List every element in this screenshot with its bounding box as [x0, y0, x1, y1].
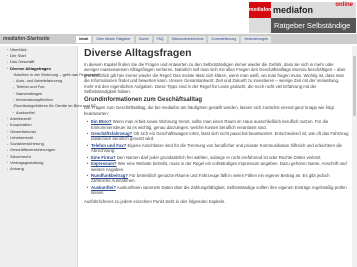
- tab-4[interactable]: Stichwortverzeichnis: [168, 36, 207, 43]
- brand-online-label: online: [335, 2, 353, 8]
- faq-list: • Ein Büro? Wenn man Arbeit sowie Wohnung…: [84, 119, 350, 195]
- list-item-link[interactable]: Rundfunkbeitrag?: [91, 173, 128, 178]
- tab-0[interactable]: Inhalt: [76, 36, 92, 43]
- sidebar-item-label: Telefon und Fax: [16, 84, 45, 90]
- bullet-icon: •: [86, 119, 89, 125]
- bullet-icon: •: [86, 161, 89, 167]
- outro-paragraph: Ausführlicheres zu jedem einzelnen Punkt…: [84, 198, 226, 204]
- sidebar-item-label: Steuerrecht: [10, 153, 31, 159]
- bullet-icon: •: [86, 142, 89, 148]
- sidebar-item-label: Geschäftsversicherungen: [10, 147, 56, 153]
- bullet-icon: •: [86, 154, 89, 160]
- list-item-text: Eine Firma? Den Namen darf jeder grundsä…: [91, 155, 322, 160]
- bullet-icon: •: [86, 172, 89, 178]
- sidebar-item-label: Diverse Alltagsfragen: [10, 65, 51, 71]
- list-item: • Ein Büro? Wenn man Arbeit sowie Wohnung…: [84, 119, 350, 130]
- sidebar-item-label: Vertragsgestaltung: [10, 159, 44, 165]
- brand-logo[interactable]: mediafon: [249, 2, 271, 18]
- top-navigation: Inhalt Über diesen Ratgeber Suche FAQ Stichw…: [76, 36, 272, 43]
- tab-2[interactable]: Suche: [135, 36, 152, 43]
- sidebar-item-label: Das Geschäft: [10, 59, 35, 65]
- list-item-text: Ein Büro? Wenn man Arbeit sowie Wohnung …: [91, 119, 350, 130]
- sidebar-item-label: Informationspflichten: [16, 97, 53, 103]
- sidebar-item-label: Auskunftei: [16, 109, 35, 115]
- list-item-body: Auskunfteien sammeln Daten über die Zahl…: [91, 184, 347, 196]
- list-item: • Auskunftei? Auskunfteien sammeln Daten …: [84, 185, 350, 196]
- page-title: Diverse Alltagsfragen: [84, 47, 192, 59]
- sidebar: › Überblick › Der Start › Das Geschäft › Divers…: [0, 46, 100, 267]
- list-item-link[interactable]: Telefon und Fax?: [91, 143, 126, 148]
- list-item-link[interactable]: Impressum?: [91, 161, 117, 166]
- scrollbar[interactable]: [352, 46, 357, 267]
- section-heading: Grundinformationen zum Geschäftsalltag: [84, 97, 203, 104]
- intro-paragraph: In diesem Kapitel finden Sie die Fragen …: [84, 62, 346, 95]
- list-item-link[interactable]: Eine Firma?: [91, 155, 116, 160]
- sidebar-item-label: Gewerbekunst: [10, 128, 36, 134]
- list-item-text: Rundfunkbeitrag? Für betrieblich genutzt…: [91, 173, 350, 184]
- brand-banner[interactable]: mediafon mediafon online Ratgeber Selbst…: [249, 2, 356, 33]
- lead-paragraph: Die Fragen zum Geschäftsalltag, die bei …: [84, 105, 334, 116]
- tab-1[interactable]: Über diesen Ratgeber: [93, 36, 134, 43]
- page-header: mediafon mediafon online Ratgeber Selbst…: [0, 0, 357, 34]
- bullet-icon: •: [86, 131, 89, 137]
- list-item: • Eine Firma? Den Namen darf jeder grunds…: [84, 155, 350, 160]
- sidebar-item-label: Kooperation: [10, 122, 32, 128]
- brand-subtitle: Ratgeber Selbständige: [271, 18, 356, 33]
- list-item-link[interactable]: Geschäftsfahrzeug?: [91, 131, 132, 136]
- sidebar-item-label: Namensfragen: [16, 90, 43, 96]
- brand-name: mediafon: [273, 5, 314, 15]
- tab-6[interactable]: Veränderungen: [241, 36, 272, 43]
- sidebar-item-label: Arbeitsrecht: [10, 115, 32, 121]
- sidebar-item-label: Überblick: [10, 46, 27, 52]
- list-item-link[interactable]: Auskunftei?: [91, 185, 116, 190]
- list-item-text: Auskunftei? Auskunfteien sammeln Daten ü…: [91, 185, 350, 196]
- list-item: • Telefon und Fax? Eigene Anschlüsse sind…: [84, 143, 350, 154]
- sidebar-item-label: Der Start: [10, 52, 27, 58]
- tab-3[interactable]: FAQ: [153, 36, 167, 43]
- tab-5[interactable]: Kommentierung: [208, 36, 240, 43]
- list-item: • Impressum? Wer eine Website betreibt, m…: [84, 161, 350, 172]
- list-item: • Rundfunkbeitrag? Für betrieblich genutz…: [84, 173, 350, 184]
- list-item-body: Wer eine Website betreibt, muss in der R…: [91, 161, 347, 172]
- main-content: Diverse Alltagsfragen In diesem Kapitel …: [84, 47, 350, 207]
- list-item-text: Geschäftsfahrzeug? Ob sich ein Geschäfts…: [91, 131, 350, 142]
- list-item-link[interactable]: Ein Büro?: [91, 119, 112, 124]
- sidebar-item-label: Urheberrecht: [10, 134, 34, 140]
- sidebar-item-label: Auto- und Arbeitsfahrzeug: [16, 78, 63, 84]
- list-item-body: Eigene Anschlüsse sind für die Trennung …: [91, 142, 342, 154]
- list-item-text: Telefon und Fax? Eigene Anschlüsse sind …: [91, 143, 350, 154]
- list-item-text: Impressum? Wer eine Website betreibt, mu…: [91, 161, 350, 172]
- bullet-icon: •: [86, 184, 89, 190]
- list-item-body: Wenn man Arbeit sowie Wohnung trennt, so…: [91, 119, 329, 130]
- sidebar-item-label: Anhang: [10, 166, 24, 172]
- list-item-body: Den Namen darf jeder grundsätzlich frei …: [116, 154, 322, 160]
- sidebar-item-label: Sozialversicherung: [10, 141, 44, 147]
- list-item: • Geschäftsfahrzeug? Ob sich ein Geschäft…: [84, 131, 350, 142]
- sidebar-item[interactable]: › Anhang: [0, 166, 77, 172]
- scrollbar-thumb[interactable]: [353, 56, 356, 116]
- site-home-link[interactable]: mediafon-Startseite: [3, 34, 50, 44]
